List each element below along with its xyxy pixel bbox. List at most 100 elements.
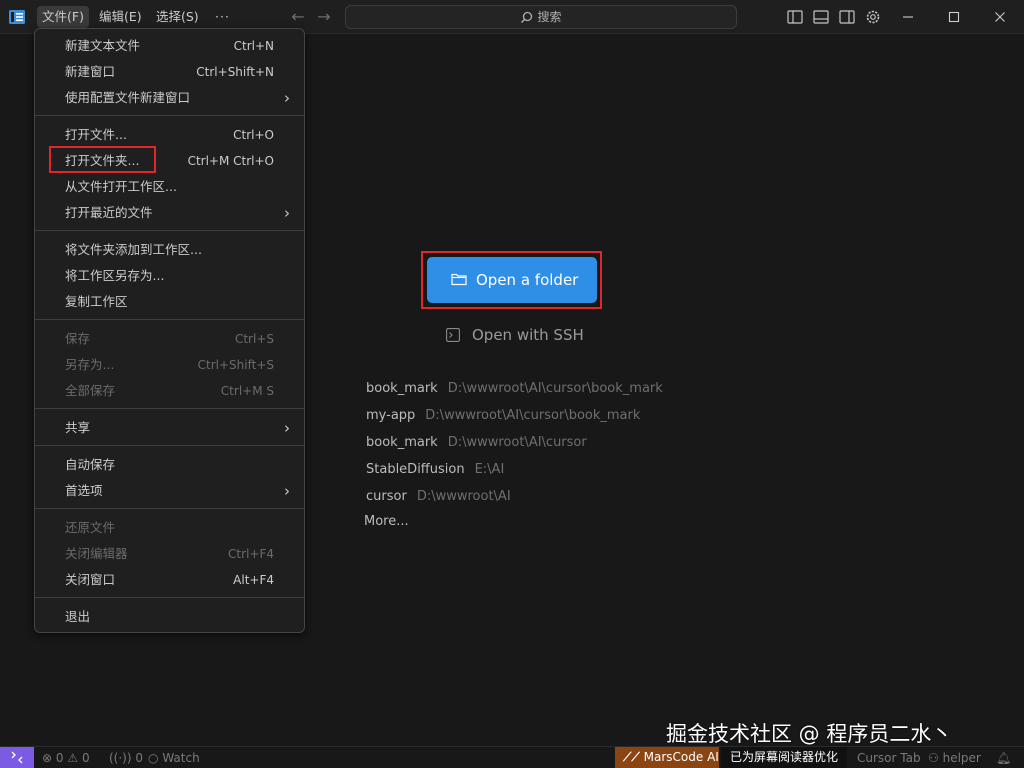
menu-item-label: 保存 <box>65 331 91 346</box>
menu-item-shortcut: Ctrl+S <box>234 332 274 346</box>
error-count: 0 <box>55 751 64 765</box>
recent-project-item[interactable]: cursor D:\wwwroot\AI <box>366 487 511 507</box>
menu-item-label: 打开文件... <box>65 127 127 142</box>
recent-project-item[interactable]: book_mark D:\wwwroot\AI\cursor <box>366 433 587 453</box>
toggle-secondary-sidebar-icon[interactable] <box>838 8 856 26</box>
open-folder-button[interactable]: Open a folder <box>427 257 597 303</box>
menu-item-shortcut: Ctrl+Shift+N <box>196 65 274 79</box>
menu-item-label: 新建文本文件 <box>65 38 141 53</box>
menu-item-label: 共享 <box>65 420 91 435</box>
menu-share[interactable]: 共享 › <box>35 416 304 440</box>
watermark-text: 掘金技术社区 @ 程序员二水丶 <box>666 722 953 746</box>
menu-item-label: 还原文件 <box>65 520 116 535</box>
error-icon: ⊗ <box>42 751 53 765</box>
menu-close-editor: 关闭编辑器 Ctrl+F4 <box>35 542 304 566</box>
command-search-box[interactable]: 搜索 <box>345 5 737 29</box>
close-icon[interactable] <box>989 6 1011 28</box>
menu-separator <box>35 445 304 446</box>
menu-preferences[interactable]: 首选项 › <box>35 479 304 503</box>
recent-project-item[interactable]: book_mark D:\wwwroot\AI\cursor\book_mark <box>366 379 663 399</box>
menu-item-label: 另存为... <box>65 357 115 372</box>
recent-project-path: D:\wwwroot\AI <box>416 489 511 504</box>
menu-close-window[interactable]: 关闭窗口 Alt+F4 <box>35 568 304 592</box>
back-arrow-icon[interactable]: ← <box>289 7 307 27</box>
menu-item-shortcut: Ctrl+O <box>233 128 274 142</box>
maximize-icon[interactable] <box>943 6 965 28</box>
menu-separator <box>35 230 304 231</box>
ports-indicator[interactable]: ((·)) 0 <box>109 748 143 768</box>
recent-project-path: D:\wwwroot\AI\cursor\book_mark <box>447 381 663 396</box>
menu-item-label: 全部保存 <box>65 383 116 398</box>
marscode-label: MarsCode AI <box>643 750 719 764</box>
watch-indicator[interactable]: ○ Watch <box>148 748 200 768</box>
menu-item-shortcut: Ctrl+N <box>233 39 274 53</box>
watch-label: Watch <box>162 751 200 765</box>
bell-icon[interactable]: 🔔︎ <box>996 748 1011 768</box>
menu-item-label: 使用配置文件新建窗口 <box>65 90 191 105</box>
menu-save-as: 另存为... Ctrl+Shift+S <box>35 353 304 377</box>
menu-auto-save[interactable]: 自动保存 <box>35 453 304 477</box>
helper-label: helper <box>942 751 981 765</box>
menu-item-label: 打开最近的文件 <box>65 205 153 220</box>
recent-project-name: book_mark <box>366 435 438 450</box>
menu-item-label: 将文件夹添加到工作区... <box>65 242 202 257</box>
recent-project-name: my-app <box>366 408 416 423</box>
menu-separator <box>35 115 304 116</box>
menu-item-label: 自动保存 <box>65 457 116 472</box>
recent-project-name: book_mark <box>366 381 438 396</box>
menu-item-label: 退出 <box>65 609 91 624</box>
circle-icon: ○ <box>148 751 159 765</box>
menu-exit[interactable]: 退出 <box>35 605 304 629</box>
menu-open-file[interactable]: 打开文件... Ctrl+O <box>35 123 304 147</box>
broadcast-icon: ((·)) <box>109 751 132 765</box>
menu-open-workspace-from-file[interactable]: 从文件打开工作区... <box>35 175 304 199</box>
helper-button[interactable]: ⚇ helper <box>928 748 981 768</box>
chevron-right-icon: › <box>284 204 290 222</box>
highlight-box-open-folder-menu <box>49 146 156 173</box>
menu-save-all: 全部保存 Ctrl+M S <box>35 379 304 403</box>
toggle-panel-icon[interactable] <box>812 8 830 26</box>
menu-new-window-with-profile[interactable]: 使用配置文件新建窗口 › <box>35 86 304 110</box>
menu-item-label: 复制工作区 <box>65 294 128 309</box>
menu-item-label: 关闭编辑器 <box>65 546 128 561</box>
menu-item-label: 新建窗口 <box>65 64 116 79</box>
menu-more-button[interactable]: ··· <box>210 6 235 28</box>
remote-icon <box>11 751 23 764</box>
more-recent-link[interactable]: More... <box>364 514 409 529</box>
menu-save: 保存 Ctrl+S <box>35 327 304 351</box>
menu-add-folder-to-workspace[interactable]: 将文件夹添加到工作区... <box>35 238 304 262</box>
menu-revert-file: 还原文件 <box>35 516 304 540</box>
file-menu: 新建文本文件 Ctrl+N 新建窗口 Ctrl+Shift+N 使用配置文件新建… <box>34 28 305 633</box>
search-icon <box>521 11 533 23</box>
marscode-button[interactable]: ⟋⟋ MarsCode AI <box>615 747 719 768</box>
menu-open-recent[interactable]: 打开最近的文件 › <box>35 201 304 225</box>
menu-edit[interactable]: 编辑(E) <box>94 6 147 28</box>
open-ssh-button[interactable]: Open with SSH <box>446 324 596 346</box>
recent-project-item[interactable]: my-app D:\wwwroot\AI\cursor\book_mark <box>366 406 640 426</box>
recent-project-name: StableDiffusion <box>366 462 465 477</box>
menu-item-label: 将工作区另存为... <box>65 268 165 283</box>
open-ssh-label: Open with SSH <box>472 326 584 344</box>
warning-icon: ⚠ <box>67 751 79 765</box>
problems-indicator[interactable]: ⊗ 0 ⚠ 0 <box>42 748 90 768</box>
menu-save-workspace-as[interactable]: 将工作区另存为... <box>35 264 304 288</box>
ports-count: 0 <box>135 751 144 765</box>
screen-reader-optimized-button[interactable]: 已为屏幕阅读器优化 <box>721 747 847 768</box>
cursor-tab-button[interactable]: Cursor Tab <box>857 748 921 768</box>
menu-file[interactable]: 文件(F) <box>37 6 89 28</box>
menu-duplicate-workspace[interactable]: 复制工作区 <box>35 290 304 314</box>
gear-icon[interactable] <box>864 8 882 26</box>
forward-arrow-icon[interactable]: → <box>315 7 333 27</box>
remote-indicator-button[interactable] <box>0 747 34 768</box>
toggle-primary-sidebar-icon[interactable] <box>786 8 804 26</box>
minimize-icon[interactable] <box>897 6 919 28</box>
menu-selection[interactable]: 选择(S) <box>151 6 204 28</box>
menu-item-label: 首选项 <box>65 483 103 498</box>
menu-new-window[interactable]: 新建窗口 Ctrl+Shift+N <box>35 60 304 84</box>
recent-project-path: D:\wwwroot\AI\cursor <box>447 435 587 450</box>
menu-new-text-file[interactable]: 新建文本文件 Ctrl+N <box>35 34 304 58</box>
recent-project-item[interactable]: StableDiffusion E:\AI <box>366 460 504 480</box>
search-placeholder: 搜索 <box>537 10 562 24</box>
app-logo-icon[interactable] <box>8 8 26 26</box>
chevron-right-icon: › <box>284 419 290 437</box>
